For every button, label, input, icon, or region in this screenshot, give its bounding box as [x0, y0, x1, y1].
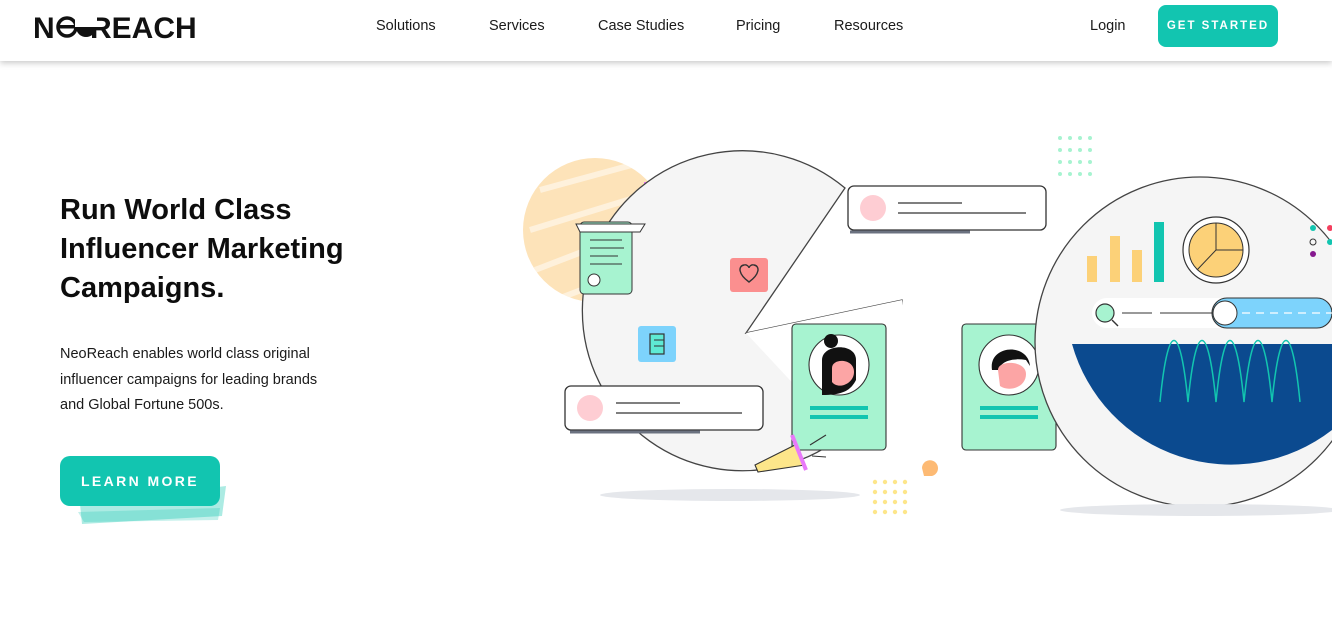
half-circle-decoration	[922, 460, 938, 476]
navbar: N REACH Solutions Services Case Studies …	[0, 0, 1332, 61]
hero-title: Run World Class Influencer Marketing Cam…	[60, 191, 420, 308]
hero-description-line: influencer campaigns for leading brands	[60, 371, 318, 388]
heart-icon	[730, 258, 768, 292]
hero-title-line: Influencer Marketing	[60, 233, 344, 265]
hero-title-line: Campaigns.	[60, 272, 225, 304]
pie-chart-icon	[1182, 216, 1250, 284]
get-started-button[interactable]: GET STARTED	[1158, 5, 1278, 47]
hero-description-line: NeoReach enables world class original	[60, 346, 310, 362]
message-bubble-top	[847, 185, 1047, 234]
hero-title-line: Run World Class	[60, 194, 292, 226]
nav-solutions[interactable]: Solutions	[376, 17, 436, 35]
search-icon	[1092, 297, 1332, 329]
neoreach-logo[interactable]: N REACH	[33, 12, 207, 42]
thumbs-up-icon	[638, 326, 676, 362]
neoreach-logo-icon: N REACH	[33, 12, 197, 42]
profile-card-woman	[791, 323, 887, 451]
learn-more-wrapper: LEARN MORE	[60, 456, 230, 526]
shadow-decoration	[1060, 504, 1332, 516]
dots-decoration	[872, 479, 908, 515]
login-link[interactable]: Login	[1090, 17, 1125, 35]
nav-case-studies[interactable]: Case Studies	[598, 17, 684, 35]
hero-description-line: and Global Fortune 500s.	[60, 397, 224, 413]
svg-text:REACH: REACH	[90, 12, 197, 42]
nav-services[interactable]: Services	[489, 17, 545, 35]
svg-text:N: N	[33, 12, 55, 42]
learn-more-button[interactable]: LEARN MORE	[60, 456, 220, 506]
nav-pricing[interactable]: Pricing	[736, 17, 780, 35]
hero-illustration	[523, 136, 1332, 516]
dots-decoration	[1058, 136, 1092, 176]
message-bubble-left	[564, 385, 764, 434]
nav-resources[interactable]: Resources	[834, 17, 903, 35]
hero-description: NeoReach enables world class original in…	[60, 342, 360, 419]
shadow-decoration	[600, 489, 860, 501]
